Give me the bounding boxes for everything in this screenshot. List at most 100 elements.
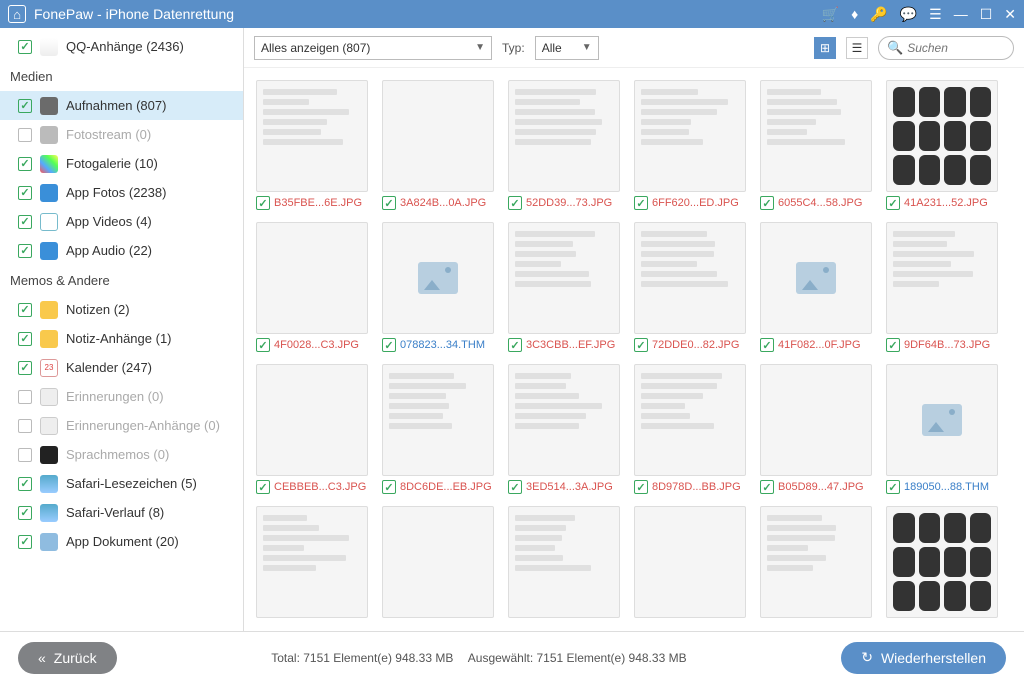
category-icon [40, 446, 58, 464]
sidebar-item[interactable]: Fotostream (0) [0, 120, 243, 149]
checkbox[interactable] [886, 196, 900, 210]
checkbox[interactable] [760, 480, 774, 494]
checkbox[interactable] [256, 196, 270, 210]
diamond-icon[interactable]: ♦ [851, 6, 858, 22]
type-dropdown[interactable]: Alle ▼ [535, 36, 599, 60]
sidebar-item[interactable]: Safari-Lesezeichen (5) [0, 469, 243, 498]
checkbox[interactable] [760, 196, 774, 210]
chat-icon[interactable]: 💬 [900, 6, 917, 23]
filename: 3A824B...0A.JPG [400, 197, 486, 209]
list-view-button[interactable]: ☰ [846, 37, 868, 59]
checkbox[interactable] [18, 303, 32, 317]
sidebar-item[interactable]: QQ-Anhänge (2436) [0, 32, 243, 61]
sidebar-item[interactable]: Erinnerungen (0) [0, 382, 243, 411]
checkbox[interactable] [760, 338, 774, 352]
checkbox[interactable] [18, 128, 32, 142]
back-button[interactable]: « Zurück [18, 642, 117, 674]
sidebar-item[interactable]: App Dokument (20) [0, 527, 243, 556]
checkbox[interactable] [508, 338, 522, 352]
sidebar-item[interactable]: Erinnerungen-Anhänge (0) [0, 411, 243, 440]
checkbox[interactable] [18, 448, 32, 462]
thumbnail[interactable]: 4F0028...C3.JPG [256, 222, 368, 352]
thumbnail[interactable]: 8D978D...BB.JPG [634, 364, 746, 494]
sidebar-item[interactable]: App Fotos (2238) [0, 178, 243, 207]
checkbox[interactable] [18, 535, 32, 549]
thumbnail[interactable]: 52DD39...73.JPG [508, 80, 620, 210]
sidebar-item[interactable]: Fotogalerie (10) [0, 149, 243, 178]
thumbnail-caption: 8DC6DE...EB.JPG [382, 480, 494, 494]
checkbox[interactable] [886, 480, 900, 494]
cart-icon[interactable]: 🛒 [822, 6, 839, 23]
thumbnail[interactable]: 9DF64B...73.JPG [886, 222, 998, 352]
sidebar-item[interactable]: Sprachmemos (0) [0, 440, 243, 469]
close-icon[interactable]: ✕ [1004, 6, 1016, 23]
thumbnail[interactable] [256, 506, 368, 622]
checkbox[interactable] [18, 361, 32, 375]
grid-view-button[interactable]: ⊞ [814, 37, 836, 59]
checkbox[interactable] [508, 196, 522, 210]
thumbnail[interactable] [382, 506, 494, 622]
checkbox[interactable] [18, 244, 32, 258]
checkbox[interactable] [634, 196, 648, 210]
minimize-icon[interactable]: — [954, 6, 968, 22]
menu-icon[interactable]: ☰ [929, 6, 942, 23]
checkbox[interactable] [18, 157, 32, 171]
checkbox[interactable] [382, 480, 396, 494]
sidebar-item[interactable]: Notiz-Anhänge (1) [0, 324, 243, 353]
checkbox[interactable] [18, 186, 32, 200]
thumbnail[interactable]: 3C3CBB...EF.JPG [508, 222, 620, 352]
thumbnail[interactable]: 6055C4...58.JPG [760, 80, 872, 210]
checkbox[interactable] [18, 332, 32, 346]
thumbnail[interactable]: 189050...88.THM [886, 364, 998, 494]
search-box[interactable]: 🔍 [878, 36, 1014, 60]
checkbox[interactable] [634, 338, 648, 352]
checkbox[interactable] [508, 480, 522, 494]
checkbox[interactable] [382, 196, 396, 210]
maximize-icon[interactable]: ☐ [980, 6, 993, 23]
thumbnail[interactable] [760, 506, 872, 622]
sidebar-item[interactable]: Notizen (2) [0, 295, 243, 324]
thumbnail[interactable]: 41F082...0F.JPG [760, 222, 872, 352]
checkbox[interactable] [256, 338, 270, 352]
thumbnail[interactable]: 41A231...52.JPG [886, 80, 998, 210]
thumbnail[interactable]: B05D89...47.JPG [760, 364, 872, 494]
thumbnail-caption: 4F0028...C3.JPG [256, 338, 368, 352]
thumbnail[interactable]: 3ED514...3A.JPG [508, 364, 620, 494]
filter-dropdown[interactable]: Alles anzeigen (807) ▼ [254, 36, 492, 60]
thumbnail[interactable] [508, 506, 620, 622]
checkbox[interactable] [886, 338, 900, 352]
checkbox[interactable] [634, 480, 648, 494]
sidebar-item[interactable]: App Videos (4) [0, 207, 243, 236]
thumbnail[interactable]: 3A824B...0A.JPG [382, 80, 494, 210]
thumbnail-image [886, 222, 998, 334]
checkbox[interactable] [256, 480, 270, 494]
checkbox[interactable] [382, 338, 396, 352]
sidebar-item-label: App Fotos (2238) [66, 185, 166, 200]
checkbox[interactable] [18, 506, 32, 520]
recover-button[interactable]: ↻ Wiederherstellen [841, 642, 1006, 674]
thumbnail[interactable]: 078823...34.THM [382, 222, 494, 352]
sidebar-item[interactable]: Aufnahmen (807) [0, 91, 243, 120]
thumbnail[interactable]: 72DDE0...82.JPG [634, 222, 746, 352]
thumbnail[interactable]: B35FBE...6E.JPG [256, 80, 368, 210]
checkbox[interactable] [18, 40, 32, 54]
thumbnail[interactable] [886, 506, 998, 622]
thumbnail[interactable]: CEBBEB...C3.JPG [256, 364, 368, 494]
search-input[interactable] [907, 41, 997, 55]
filename: 3ED514...3A.JPG [526, 481, 613, 493]
checkbox[interactable] [18, 390, 32, 404]
key-icon[interactable]: 🔑 [870, 6, 887, 23]
checkbox[interactable] [18, 419, 32, 433]
checkbox[interactable] [18, 477, 32, 491]
sidebar-item[interactable]: App Audio (22) [0, 236, 243, 265]
sidebar-item[interactable]: Safari-Verlauf (8) [0, 498, 243, 527]
sidebar-item-label: App Audio (22) [66, 243, 152, 258]
checkbox[interactable] [18, 99, 32, 113]
thumbnail[interactable] [634, 506, 746, 622]
checkbox[interactable] [18, 215, 32, 229]
sidebar-item[interactable]: 23Kalender (247) [0, 353, 243, 382]
thumbnail[interactable]: 8DC6DE...EB.JPG [382, 364, 494, 494]
thumbnail[interactable]: 6FF620...ED.JPG [634, 80, 746, 210]
thumbnail-image [886, 506, 998, 618]
home-icon[interactable]: ⌂ [8, 5, 26, 23]
